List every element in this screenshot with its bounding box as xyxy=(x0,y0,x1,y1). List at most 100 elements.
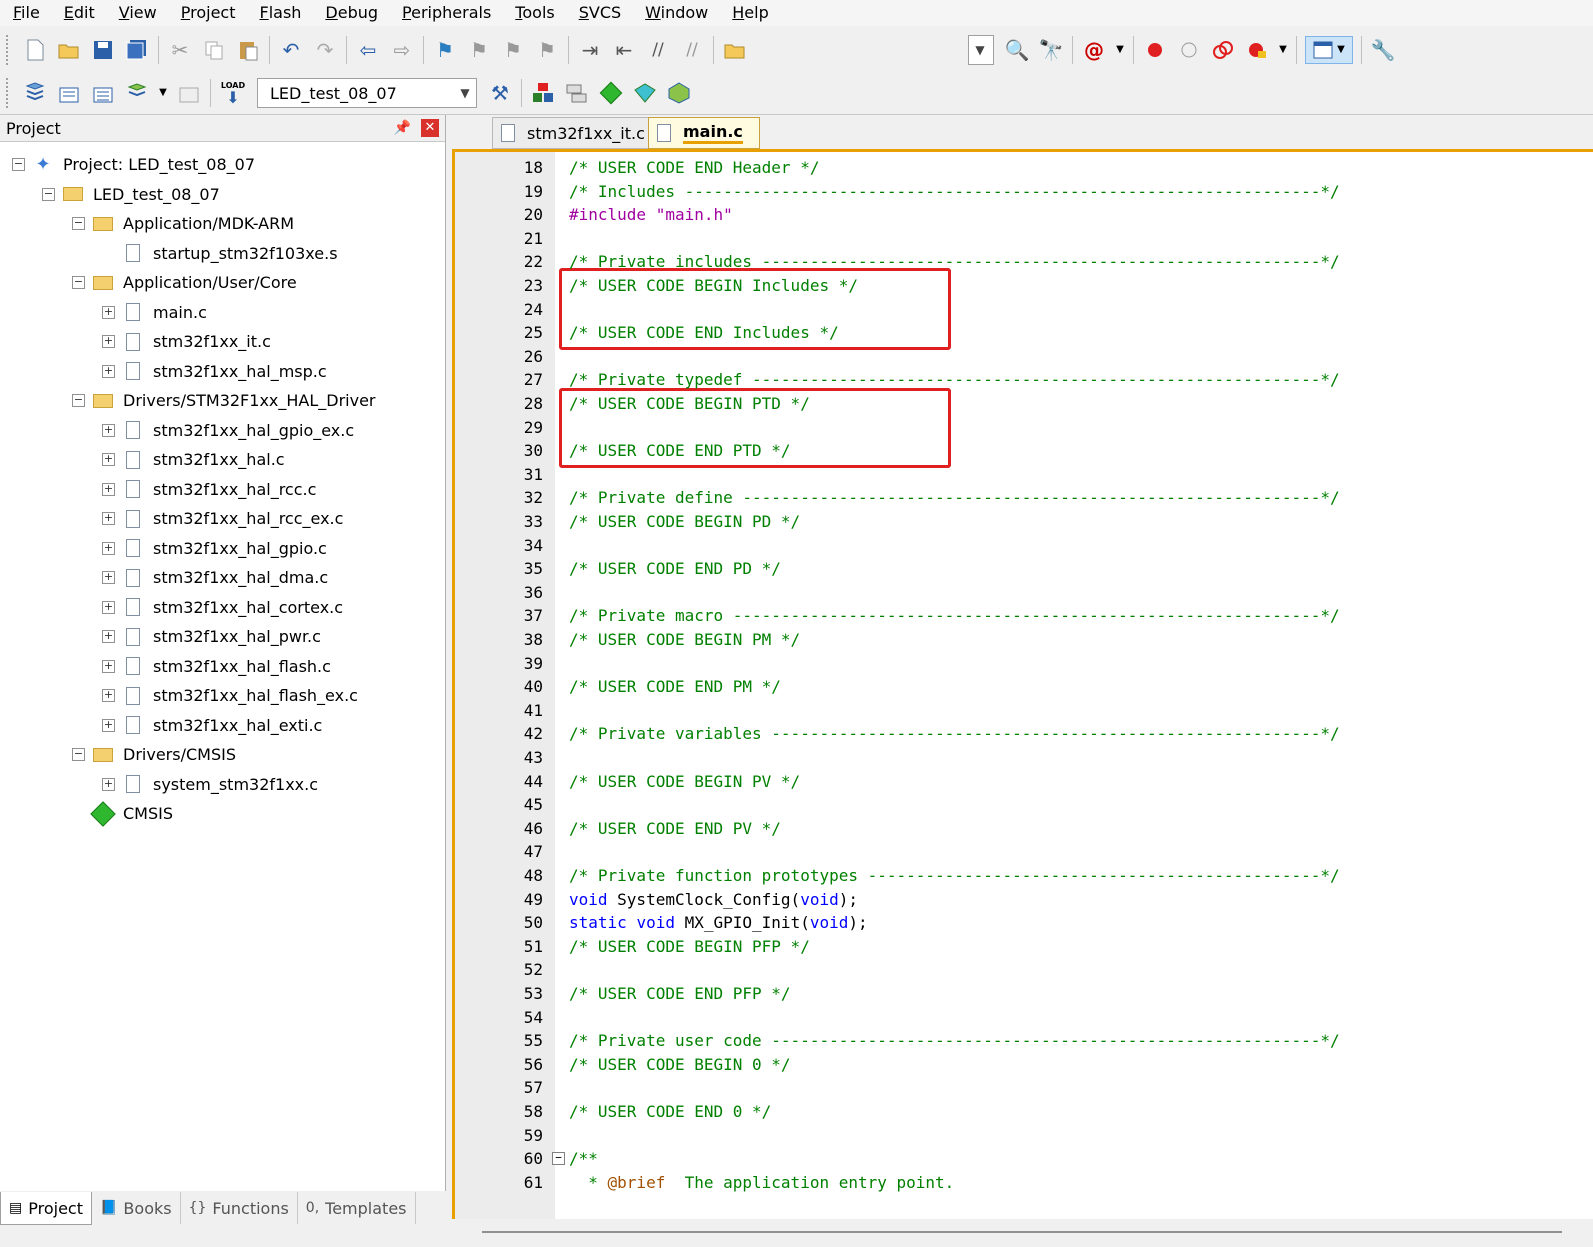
tree-item[interactable]: + main.c xyxy=(102,298,207,327)
expand-icon[interactable]: + xyxy=(102,423,115,437)
open-folder-icon[interactable] xyxy=(56,37,82,63)
tree-item[interactable]: + stm32f1xx_hal_cortex.c xyxy=(102,593,343,622)
tab-templates[interactable]: 0, Templates xyxy=(298,1192,416,1224)
chevron-down-icon[interactable]: ▼ xyxy=(1115,37,1125,63)
expand-icon[interactable]: + xyxy=(102,659,115,673)
bookmark-next-icon[interactable]: ⚑ xyxy=(500,37,526,63)
incremental-find-icon[interactable]: 🔭 xyxy=(1038,37,1064,63)
tab-books[interactable]: 📘 Books xyxy=(92,1192,181,1224)
menu-project[interactable]: Project xyxy=(168,0,247,26)
collapse-icon[interactable]: − xyxy=(72,394,85,407)
tree-item[interactable]: − Drivers/STM32F1xx_HAL_Driver xyxy=(72,386,376,415)
tree-item[interactable]: + stm32f1xx_hal_exti.c xyxy=(102,711,322,740)
copy-icon[interactable] xyxy=(201,37,227,63)
tab-functions[interactable]: {} Functions xyxy=(181,1192,298,1224)
menu-edit[interactable]: Edit xyxy=(51,0,106,26)
collapse-icon[interactable]: − xyxy=(72,748,85,761)
build-icon[interactable] xyxy=(56,80,82,106)
tree-item[interactable]: + system_stm32f1xx.c xyxy=(102,770,318,799)
toolbar-grip[interactable] xyxy=(6,35,12,65)
tree-item[interactable]: + stm32f1xx_hal_pwr.c xyxy=(102,622,321,651)
menu-peripherals[interactable]: Peripherals xyxy=(389,0,502,26)
tree-item[interactable]: + stm32f1xx_hal_gpio_ex.c xyxy=(102,416,354,445)
stm32cubemx-icon[interactable] xyxy=(666,80,692,106)
toolbar-grip[interactable] xyxy=(6,78,12,108)
expand-icon[interactable]: + xyxy=(102,718,115,732)
cut-icon[interactable]: ✂ xyxy=(167,37,193,63)
pin-icon[interactable]: 📌 xyxy=(394,120,411,136)
fold-toggle-icon[interactable]: − xyxy=(552,1152,565,1166)
navigate-back-icon[interactable]: ⇦ xyxy=(355,37,381,63)
redo-icon[interactable]: ↷ xyxy=(312,37,338,63)
expand-icon[interactable]: + xyxy=(102,364,115,378)
pack-installer-icon[interactable] xyxy=(632,80,658,106)
manage-run-time-environment-icon[interactable] xyxy=(598,80,624,106)
collapse-icon[interactable]: − xyxy=(42,187,55,201)
collapse-icon[interactable]: − xyxy=(12,158,25,171)
bookmark-toggle-icon[interactable]: ⚑ xyxy=(432,37,458,63)
save-all-icon[interactable] xyxy=(124,37,150,63)
menu-flash[interactable]: Flash xyxy=(246,0,312,26)
expand-icon[interactable]: + xyxy=(102,482,115,496)
bookmark-prev-icon[interactable]: ⚑ xyxy=(466,37,492,63)
paste-icon[interactable] xyxy=(235,37,261,63)
menu-view[interactable]: View xyxy=(106,0,168,26)
expand-icon[interactable]: + xyxy=(102,777,115,791)
tree-item[interactable]: + stm32f1xx_hal_dma.c xyxy=(102,563,328,592)
tree-item[interactable]: − ✦ Project: LED_test_08_07 xyxy=(12,150,255,179)
new-file-icon[interactable] xyxy=(22,37,48,63)
tab-main-c[interactable]: main.c xyxy=(648,117,760,149)
expand-icon[interactable]: + xyxy=(102,571,115,584)
undo-icon[interactable]: ↶ xyxy=(278,37,304,63)
bookmark-clear-icon[interactable]: ⚑ xyxy=(534,37,560,63)
expand-icon[interactable]: + xyxy=(102,305,115,319)
debug-session-icon[interactable]: @ xyxy=(1081,37,1107,63)
expand-icon[interactable]: + xyxy=(102,541,115,555)
tree-item[interactable]: + stm32f1xx_hal_rcc_ex.c xyxy=(102,504,343,533)
menu-file[interactable]: File xyxy=(0,0,51,26)
expand-icon[interactable]: + xyxy=(102,600,115,614)
indent-icon[interactable]: ⇥ xyxy=(577,37,603,63)
translate-icon[interactable] xyxy=(22,80,48,106)
chevron-down-icon[interactable]: ▼ xyxy=(1278,37,1288,63)
unindent-icon[interactable]: ⇤ xyxy=(611,37,637,63)
tree-item[interactable]: CMSIS xyxy=(72,799,173,828)
find-combo[interactable]: ▼ xyxy=(968,35,994,65)
tree-item[interactable]: startup_stm32f103xe.s xyxy=(102,239,338,268)
expand-icon[interactable]: + xyxy=(102,512,115,525)
horizontal-scrollbar[interactable] xyxy=(452,1219,1593,1247)
navigate-forward-icon[interactable]: ⇨ xyxy=(389,37,415,63)
tree-item[interactable]: + stm32f1xx_hal_flash.c xyxy=(102,652,331,681)
breakpoint-kill-all-icon[interactable] xyxy=(1244,37,1270,63)
tree-item[interactable]: + stm32f1xx_hal_msp.c xyxy=(102,357,327,386)
find-in-files-icon[interactable] xyxy=(722,37,748,63)
target-select[interactable]: LED_test_08_07 ▼ xyxy=(257,78,477,108)
batch-build-icon[interactable] xyxy=(124,80,150,106)
tree-item[interactable]: + stm32f1xx_it.c xyxy=(102,327,271,356)
collapse-icon[interactable]: − xyxy=(72,276,85,289)
select-packs-icon[interactable] xyxy=(564,80,590,106)
comment-icon[interactable]: // xyxy=(645,37,671,63)
find-icon[interactable]: 🔍 xyxy=(1004,37,1030,63)
expand-icon[interactable]: + xyxy=(102,335,115,348)
options-for-target-icon[interactable]: ⚒ xyxy=(487,80,513,106)
chevron-down-icon[interactable]: ▼ xyxy=(158,80,168,106)
tree-item[interactable]: − Application/User/Core xyxy=(72,268,297,297)
code-editor[interactable]: 18 /* USER CODE END Header */ 19 /* Include… xyxy=(452,149,1593,1219)
rebuild-icon[interactable] xyxy=(90,80,116,106)
breakpoint-disable-all-icon[interactable] xyxy=(1210,37,1236,63)
tree-item[interactable]: + stm32f1xx_hal.c xyxy=(102,445,285,474)
expand-icon[interactable]: + xyxy=(102,689,115,702)
menu-svcs[interactable]: SVCS xyxy=(566,0,632,26)
tree-item[interactable]: − Application/MDK-ARM xyxy=(72,209,294,238)
configure-wrench-icon[interactable]: 🔧 xyxy=(1370,37,1396,63)
uncomment-icon[interactable]: // xyxy=(679,37,705,63)
tree-item[interactable]: − Drivers/CMSIS xyxy=(72,740,236,769)
window-layout-icon[interactable]: ▼ xyxy=(1305,36,1353,64)
tree-item[interactable]: + stm32f1xx_hal_rcc.c xyxy=(102,475,316,504)
manage-project-items-icon[interactable] xyxy=(530,80,556,106)
expand-icon[interactable]: + xyxy=(102,630,115,643)
breakpoint-insert-icon[interactable] xyxy=(1142,37,1168,63)
expand-icon[interactable]: + xyxy=(102,453,115,466)
menu-help[interactable]: Help xyxy=(719,0,779,26)
